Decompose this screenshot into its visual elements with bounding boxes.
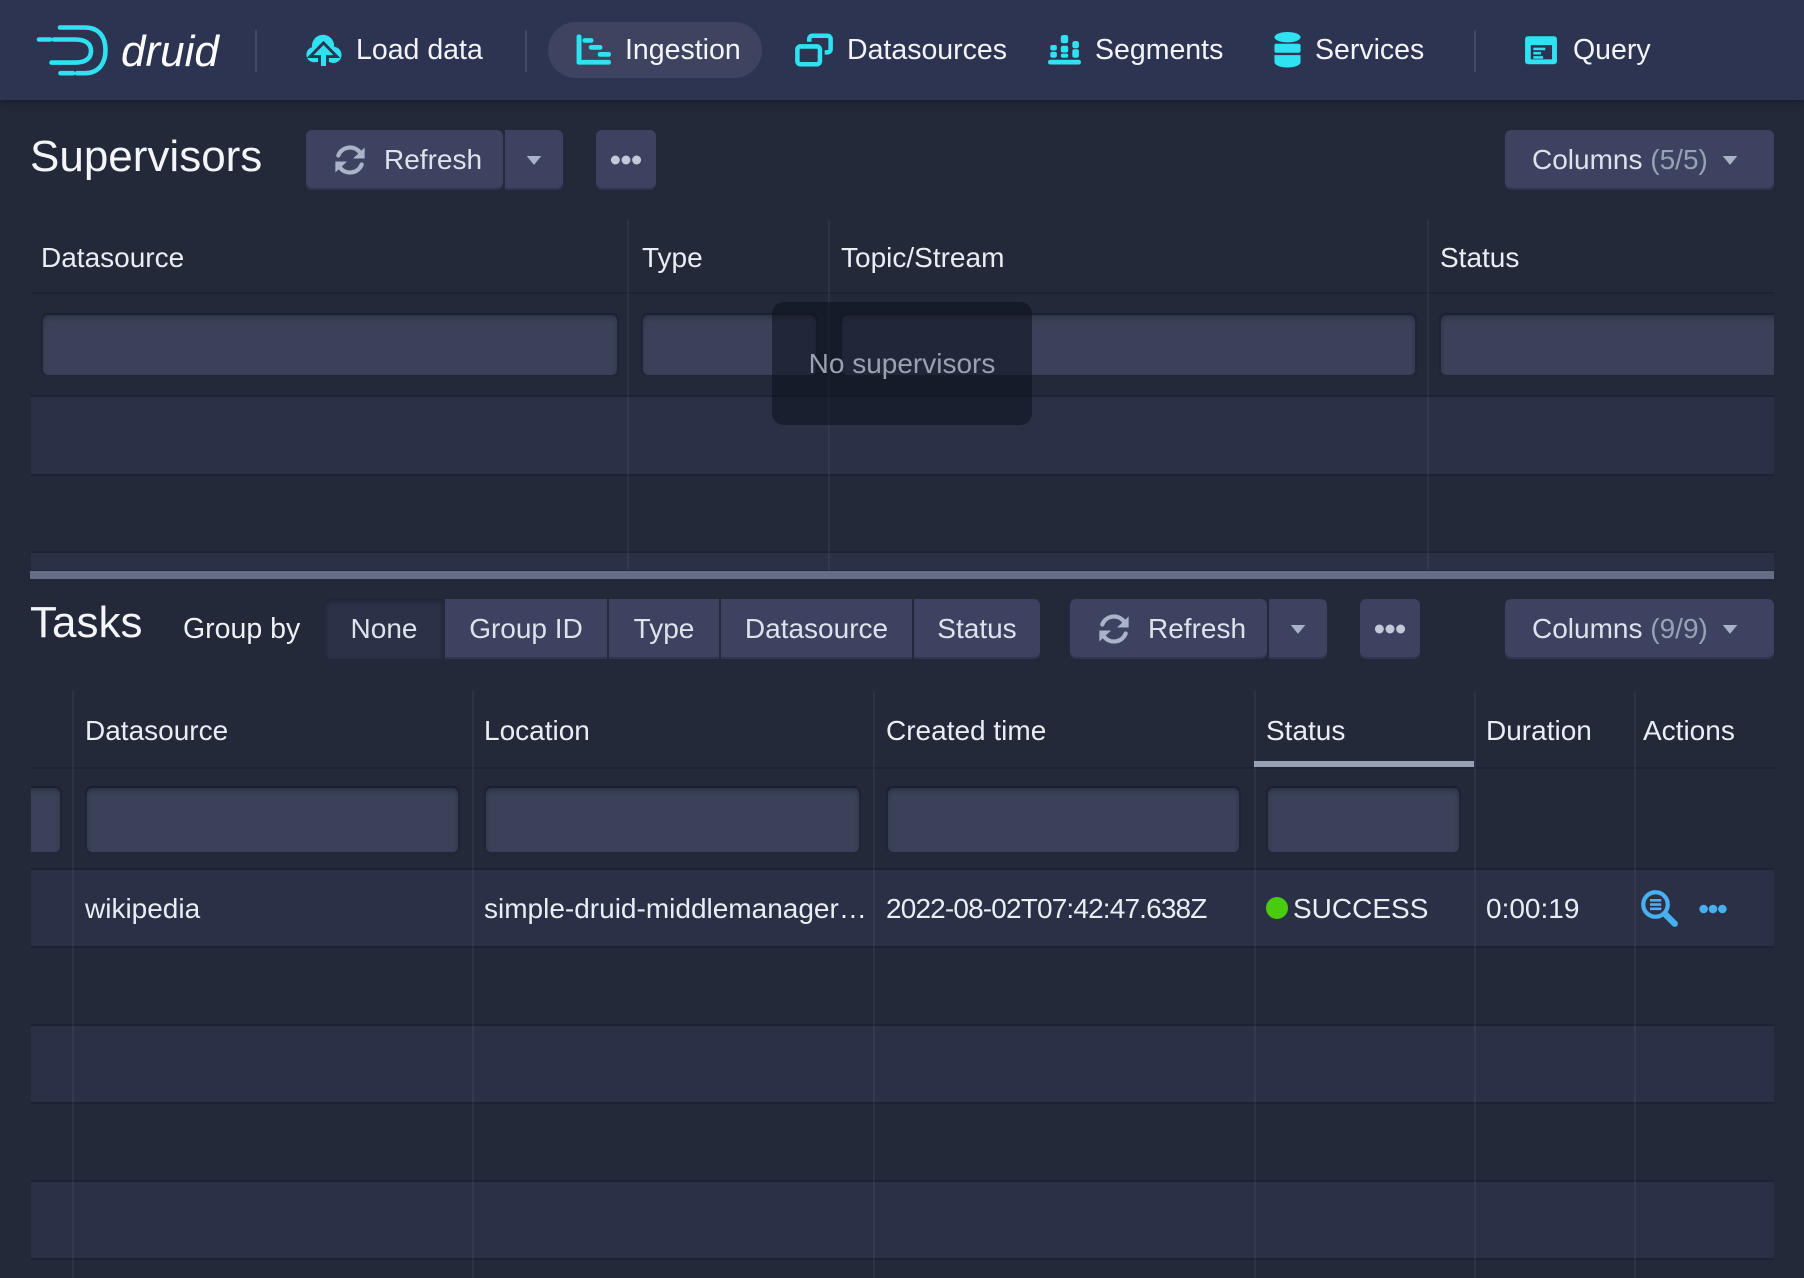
- svg-text:druid: druid: [121, 27, 220, 76]
